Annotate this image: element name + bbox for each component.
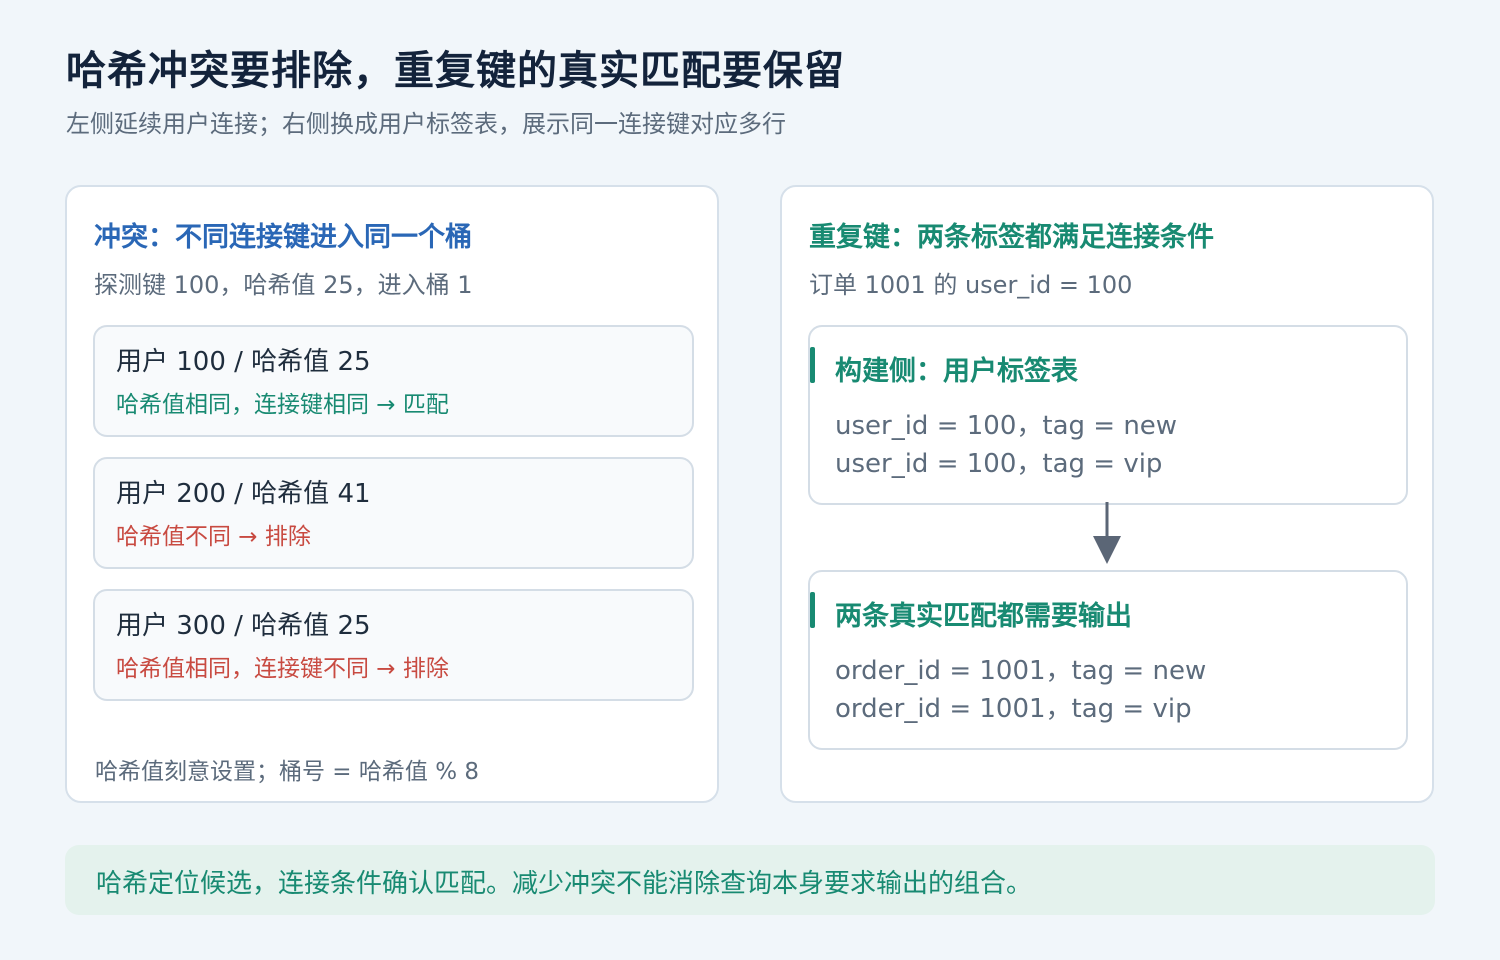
duplicate-key-panel-subtitle: 订单 1001 的 user_id = 100 [809,271,1133,299]
output-box: 两条真实匹配都需要输出 order_id = 1001，tag = new or… [808,570,1408,750]
summary-text: 哈希定位候选，连接条件确认匹配。减少冲突不能消除查询本身要求输出的组合。 [96,869,1033,899]
bucket-entry-user-100: 用户 100 / 哈希值 25 哈希值相同，连接键相同 → 匹配 [93,325,694,437]
page-subtitle: 左侧延续用户连接；右侧换成用户标签表，展示同一连接键对应多行 [66,110,786,138]
bucket-entry-result: 哈希值相同，连接键不同 → 排除 [116,656,449,682]
collision-panel-note: 哈希值刻意设置；桶号 = 哈希值 % 8 [95,759,480,785]
bucket-entry-result: 哈希值相同，连接键相同 → 匹配 [116,392,449,418]
down-arrow-icon [1093,502,1121,564]
output-accent-bar [810,592,815,628]
bucket-entry-label: 用户 200 / 哈希值 41 [116,479,371,509]
build-side-accent-bar [810,347,815,383]
output-row: order_id = 1001，tag = vip [835,694,1192,724]
bucket-entry-label: 用户 300 / 哈希值 25 [116,611,371,641]
duplicate-key-panel: 重复键：两条标签都满足连接条件 订单 1001 的 user_id = 100 … [780,185,1434,803]
summary-banner: 哈希定位候选，连接条件确认匹配。减少冲突不能消除查询本身要求输出的组合。 [65,845,1435,915]
bucket-entry-user-300: 用户 300 / 哈希值 25 哈希值相同，连接键不同 → 排除 [93,589,694,701]
build-side-title: 构建侧：用户标签表 [835,356,1078,387]
output-title: 两条真实匹配都需要输出 [835,601,1132,632]
collision-panel-title: 冲突：不同连接键进入同一个桶 [94,222,472,253]
bucket-entry-user-200: 用户 200 / 哈希值 41 哈希值不同 → 排除 [93,457,694,569]
build-side-row: user_id = 100，tag = new [835,411,1178,441]
collision-panel-subtitle: 探测键 100，哈希值 25，进入桶 1 [94,271,473,299]
output-row: order_id = 1001，tag = new [835,656,1207,686]
page-title: 哈希冲突要排除，重复键的真实匹配要保留 [66,48,845,94]
build-side-row: user_id = 100，tag = vip [835,449,1163,479]
bucket-entry-label: 用户 100 / 哈希值 25 [116,347,371,377]
build-side-box: 构建侧：用户标签表 user_id = 100，tag = new user_i… [808,325,1408,505]
bucket-entry-result: 哈希值不同 → 排除 [116,524,311,550]
duplicate-key-panel-title: 重复键：两条标签都满足连接条件 [809,222,1214,253]
collision-panel: 冲突：不同连接键进入同一个桶 探测键 100，哈希值 25，进入桶 1 用户 1… [65,185,719,803]
